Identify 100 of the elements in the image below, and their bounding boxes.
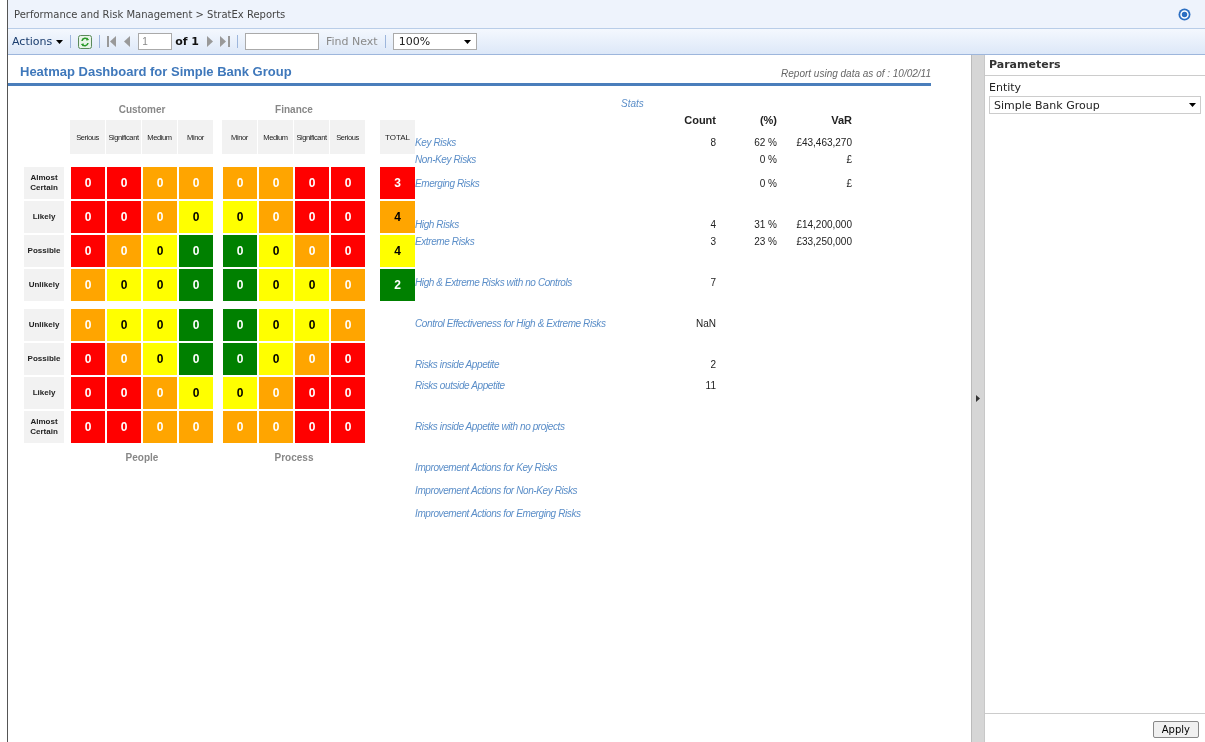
heatmap-cell: 0 <box>222 376 258 410</box>
category-title: People <box>124 451 160 463</box>
heatmap-cell: 0 <box>330 410 366 444</box>
stat-label[interactable]: Risks inside Appetite with no projects <box>415 421 665 432</box>
report-title: Heatmap Dashboard for Simple Bank Group <box>20 64 292 79</box>
heatmap-cell: 0 <box>330 200 366 234</box>
heatmap-cell: 0 <box>142 342 178 376</box>
refresh-icon[interactable] <box>78 34 93 49</box>
column-header: Count <box>683 114 716 126</box>
heatmap-cell: 0 <box>70 234 106 268</box>
stat-label[interactable]: High Risks <box>415 219 665 230</box>
stat-value: 62 % <box>753 137 777 148</box>
page-count: of 1 <box>175 35 199 48</box>
total-cell: 3 <box>380 166 415 200</box>
heatmap-cell: 0 <box>178 166 214 200</box>
stat-label[interactable]: Key Risks <box>415 137 665 148</box>
stat-label[interactable]: Risks outside Appetite <box>415 380 665 391</box>
stat-value: NaN <box>695 318 716 329</box>
find-field[interactable] <box>245 33 319 50</box>
heatmap-cell: 0 <box>258 268 294 302</box>
heatmap-cell: 0 <box>106 268 142 302</box>
stat-value: £14,200,000 <box>795 219 852 230</box>
stat-value: 2 <box>709 359 716 370</box>
category-title: Finance <box>274 103 314 115</box>
heatmap-cell: 0 <box>294 342 330 376</box>
stats-title: Stats <box>620 98 645 111</box>
zoom-dropdown[interactable]: 100% <box>392 33 477 50</box>
stat-label[interactable]: Control Effectiveness for High & Extreme Risks <box>415 318 665 329</box>
expand-arrow-icon[interactable] <box>976 395 980 402</box>
actions-menu[interactable]: Actions <box>12 35 64 48</box>
heatmap-cell: 0 <box>70 200 106 234</box>
previous-page-icon[interactable] <box>124 36 132 47</box>
page-field[interactable]: 1 <box>138 33 173 50</box>
breadcrumb[interactable]: Performance and Risk Management > StratEx Reports <box>14 8 286 20</box>
stat-label[interactable]: Risks inside Appetite <box>415 359 665 370</box>
heatmap-cell: 0 <box>294 410 330 444</box>
stat-label[interactable]: High & Extreme Risks with no Controls <box>415 277 665 288</box>
stat-label[interactable]: Extreme Risks <box>415 236 665 247</box>
heatmap-cell: 0 <box>258 410 294 444</box>
heatmap-cell: 0 <box>178 234 214 268</box>
likelihood-label: Unlikely <box>24 269 64 301</box>
heatmap-cell: 0 <box>178 342 214 376</box>
category-title: Process <box>273 451 315 463</box>
field-label: Entity <box>989 81 1023 94</box>
heatmap-cell: 0 <box>178 268 214 302</box>
heatmap-cell: 0 <box>330 268 366 302</box>
stat-label[interactable]: Emerging Risks <box>415 178 665 189</box>
next-page-icon[interactable] <box>206 36 213 47</box>
heatmap-cell: 0 <box>142 166 178 200</box>
heatmap-cell: 0 <box>222 166 258 200</box>
column-header: VaR <box>830 114 852 126</box>
heatmap-cell: 0 <box>294 200 330 234</box>
heatmap-cell: 0 <box>222 200 258 234</box>
first-page-icon[interactable] <box>107 36 118 47</box>
heatmap-cell: 0 <box>330 376 366 410</box>
heatmap-cell: 0 <box>330 166 366 200</box>
help-icon[interactable] <box>1178 7 1191 21</box>
stat-label[interactable]: Improvement Actions for Non-Key Risks <box>415 485 665 496</box>
stat-label[interactable]: Non-Key Risks <box>415 154 665 165</box>
likelihood-label: Likely <box>24 201 64 233</box>
caret-icon[interactable] <box>56 39 64 44</box>
stat-value: £ <box>845 154 852 165</box>
caret-icon[interactable] <box>1189 103 1196 107</box>
heatmap-cell: 0 <box>294 376 330 410</box>
heatmap-cell: 0 <box>258 342 294 376</box>
heatmap-cell: 0 <box>258 376 294 410</box>
entity-dropdown[interactable]: Simple Bank Group <box>989 96 1201 114</box>
heatmap-cell: 0 <box>294 166 330 200</box>
apply-button[interactable]: Apply <box>1152 721 1199 738</box>
likelihood-label: Almost Certain <box>24 411 64 443</box>
stat-value: 31 % <box>753 219 777 230</box>
stat-value: 23 % <box>753 236 777 247</box>
heatmap-cell: 0 <box>258 200 294 234</box>
last-page-icon[interactable] <box>220 36 230 47</box>
likelihood-label: Unlikely <box>24 309 64 341</box>
heatmap-cell: 0 <box>222 308 258 342</box>
heatmap-cell: 0 <box>178 376 214 410</box>
stat-label[interactable]: Improvement Actions for Key Risks <box>415 462 665 473</box>
heatmap-cell: 0 <box>294 308 330 342</box>
stat-value: 3 <box>709 236 716 247</box>
total-cell: 4 <box>380 234 415 268</box>
heatmap-cell: 0 <box>70 308 106 342</box>
stat-value: £33,250,000 <box>795 236 852 247</box>
likelihood-label: Possible <box>24 343 64 375</box>
heatmap-cell: 0 <box>106 234 142 268</box>
caret-icon[interactable] <box>463 39 471 44</box>
heatmap-cell: 0 <box>222 342 258 376</box>
stat-value: 0 % <box>758 154 777 165</box>
heatmap-cell: 0 <box>70 268 106 302</box>
heatmap-cell: 0 <box>330 342 366 376</box>
stat-value: 7 <box>709 277 716 288</box>
data-date-note: Report using data as of : 10/02/11 <box>781 68 931 79</box>
stat-label[interactable]: Improvement Actions for Emerging Risks <box>415 508 665 519</box>
heatmap-cell: 0 <box>330 234 366 268</box>
heatmap-cell: 0 <box>142 268 178 302</box>
heatmap-cell: 0 <box>106 200 142 234</box>
heatmap-cell: 0 <box>178 200 214 234</box>
category-title: Customer <box>117 103 167 115</box>
total-cell: 2 <box>380 268 415 302</box>
heatmap-cell: 0 <box>258 308 294 342</box>
